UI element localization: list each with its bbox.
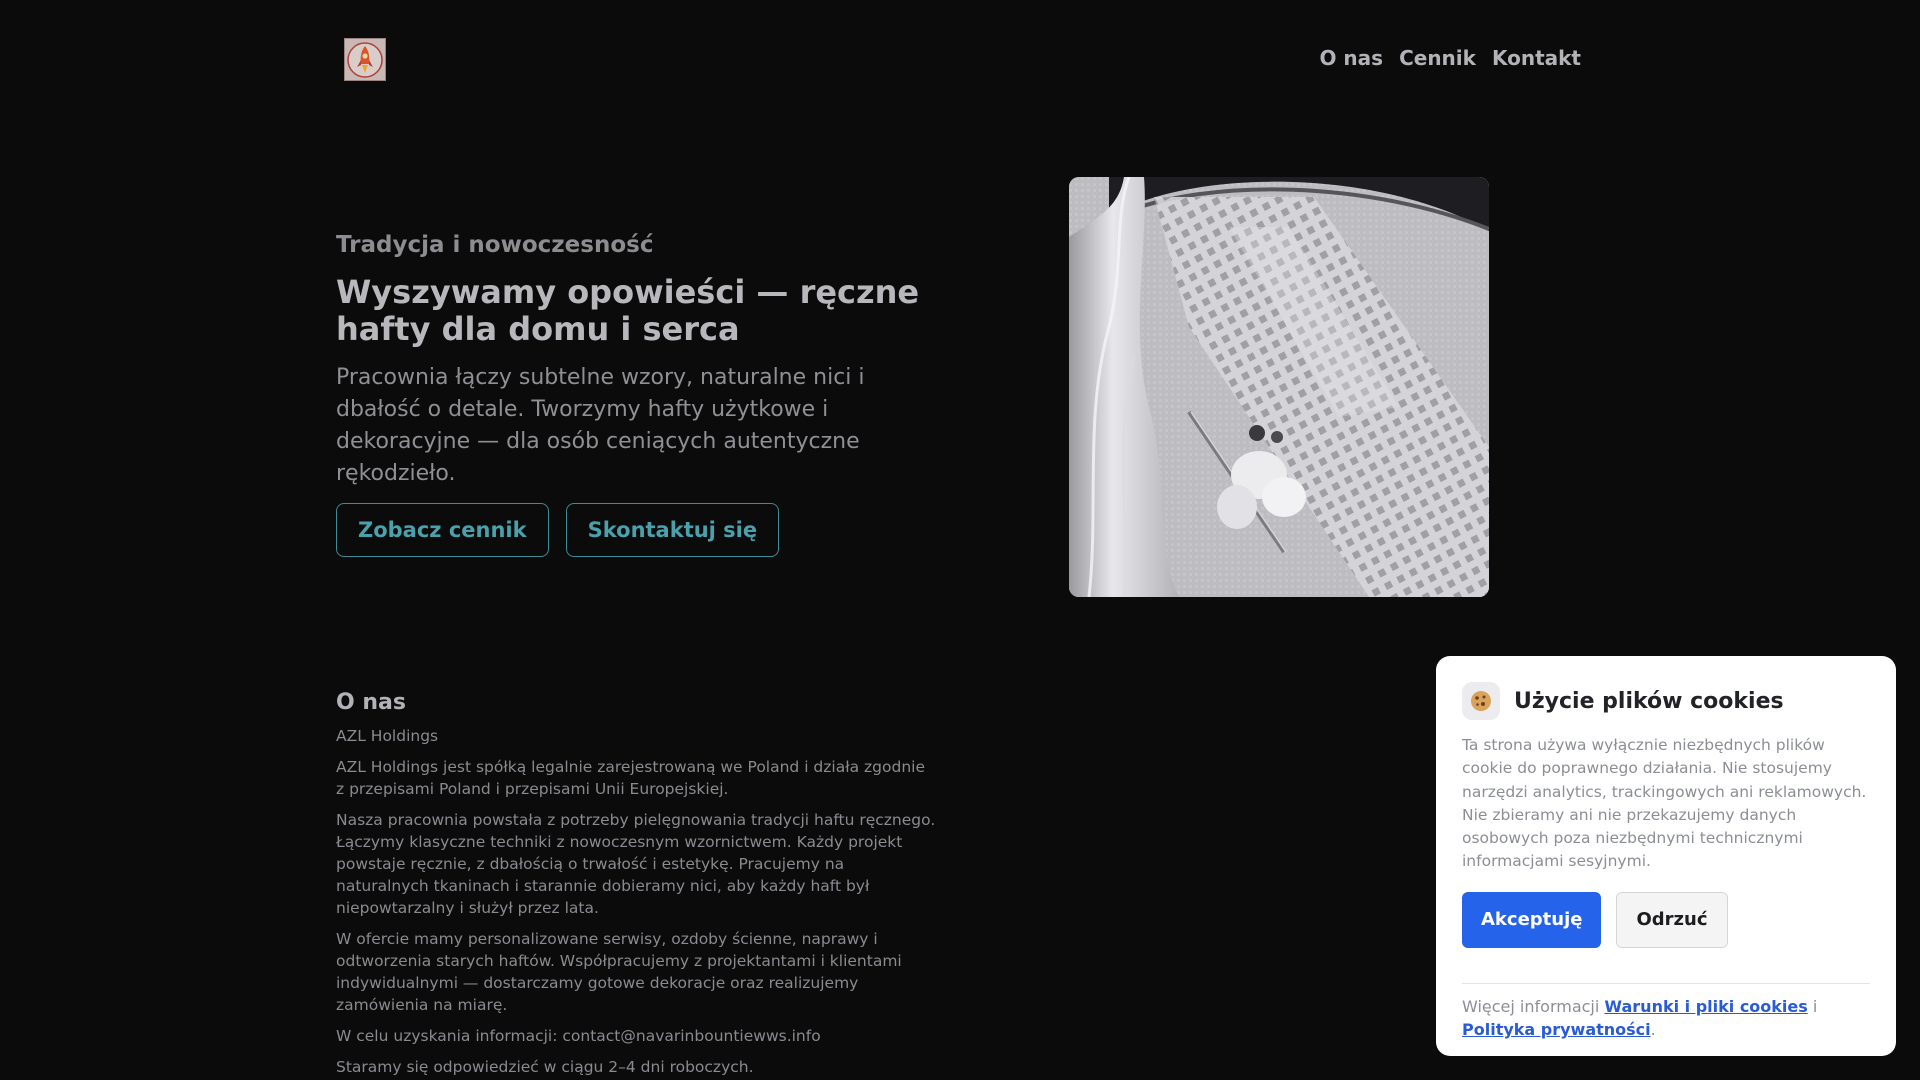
about-heading: O nas bbox=[336, 690, 406, 715]
cookie-more-info: Więcej informacji Warunki i pliki cookie… bbox=[1462, 995, 1870, 1041]
rocket-emblem-icon bbox=[347, 41, 383, 78]
cookie-divider bbox=[1462, 982, 1870, 984]
logo[interactable] bbox=[344, 38, 386, 81]
conjunction-text: i bbox=[1812, 996, 1818, 1016]
about-company: AZL Holdings bbox=[336, 727, 439, 745]
cookie-header: Użycie plików cookies bbox=[1462, 682, 1870, 720]
about-section: O nas AZL Holdings AZL Holdings jest spó… bbox=[336, 690, 936, 1080]
see-pricing-button[interactable]: Zobacz cennik bbox=[336, 503, 549, 557]
about-paragraph: AZL Holdings jest spółką legalnie zareje… bbox=[336, 758, 925, 798]
main-nav: O nas Cennik Kontakt bbox=[1319, 46, 1581, 70]
contact-button[interactable]: Skontaktuj się bbox=[565, 503, 780, 557]
more-info-label: Więcej informacji bbox=[1462, 996, 1600, 1016]
cookie-title: Użycie plików cookies bbox=[1514, 688, 1784, 714]
hero-embroidery-image bbox=[1069, 177, 1489, 597]
about-contact-email: W celu uzyskania informacji: contact@nav… bbox=[336, 1027, 821, 1045]
about-response-time: Staramy się odpowiedzieć w ciągu 2–4 dni… bbox=[336, 1058, 754, 1076]
cookie-banner: Użycie plików cookies Ta strona używa wy… bbox=[1436, 656, 1896, 1056]
cookie-description: Ta strona używa wyłącznie niezbędnych pl… bbox=[1462, 736, 1867, 871]
nav-link-cennik[interactable]: Cennik bbox=[1399, 46, 1476, 70]
terms-cookies-link[interactable]: Warunki i pliki cookies bbox=[1604, 997, 1807, 1016]
about-paragraph: W ofercie mamy personalizowane serwisy, … bbox=[336, 930, 902, 1014]
privacy-policy-link[interactable]: Polityka prywatności bbox=[1462, 1020, 1651, 1039]
hero-kicker: Tradycja i nowoczesność bbox=[336, 232, 654, 258]
cookie-actions: Akceptuję Odrzuć bbox=[1462, 891, 1870, 948]
hero-title: Wyszywamy opowieści — ręczne hafty dla d… bbox=[336, 273, 920, 348]
nav-link-kontakt[interactable]: Kontakt bbox=[1492, 46, 1581, 70]
about-paragraph: Nasza pracownia powstała z potrzeby piel… bbox=[336, 811, 936, 917]
reject-cookies-button[interactable]: Odrzuć bbox=[1616, 891, 1728, 948]
trailing-period: . bbox=[1650, 1019, 1656, 1039]
cookie-icon bbox=[1462, 682, 1500, 720]
accept-cookies-button[interactable]: Akceptuję bbox=[1462, 891, 1602, 948]
hero-description: Pracownia łączy subtelne wzory, naturaln… bbox=[336, 365, 865, 486]
nav-link-o-nas[interactable]: O nas bbox=[1319, 46, 1383, 70]
hero-actions: Zobacz cennik Skontaktuj się bbox=[336, 503, 780, 557]
